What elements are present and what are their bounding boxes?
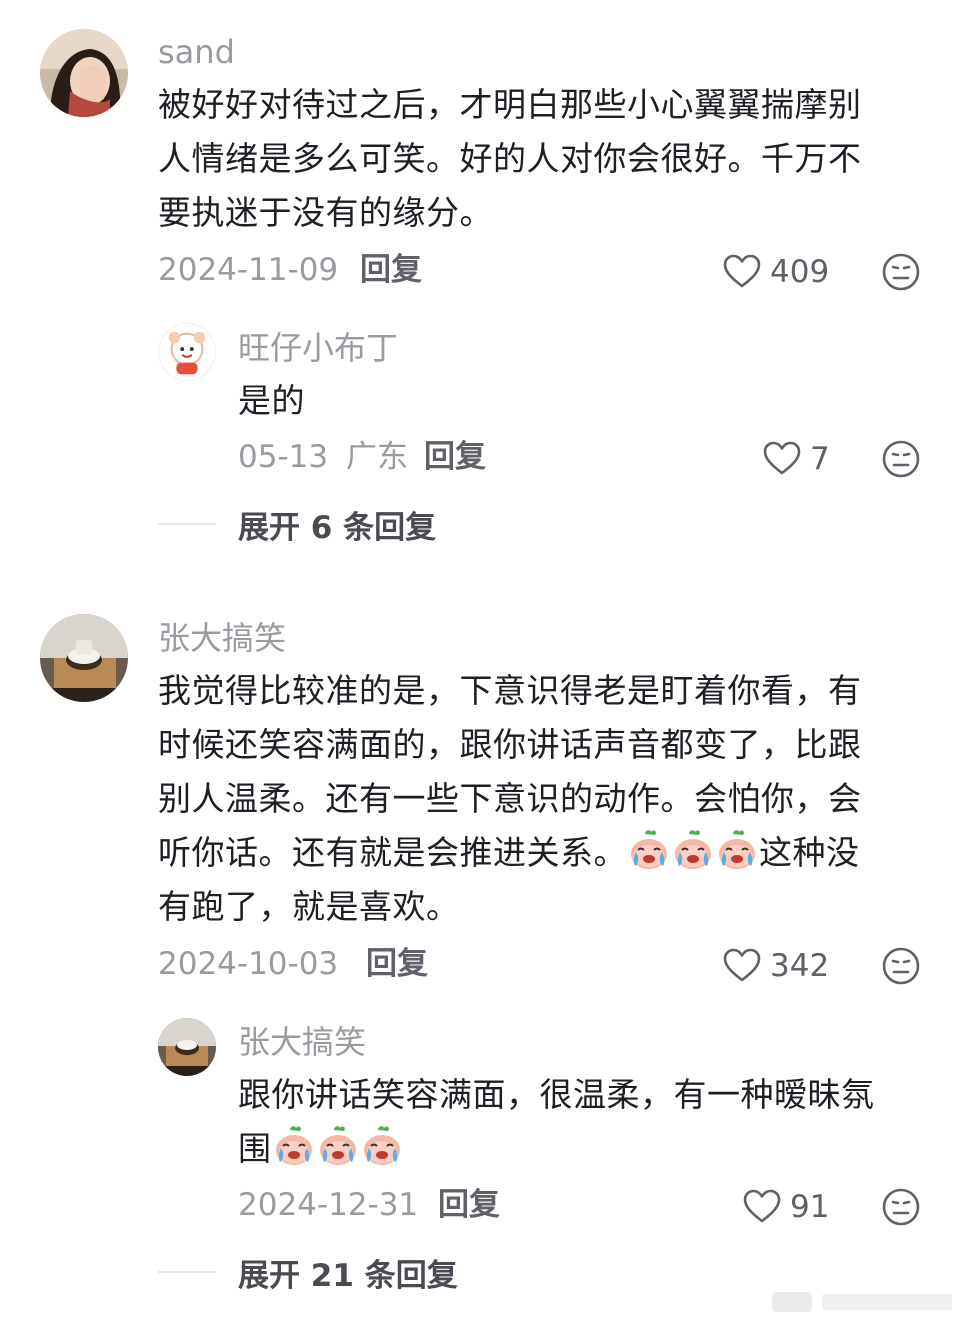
crying-face-emoji	[360, 1124, 404, 1168]
crying-face-emoji	[671, 828, 715, 872]
comment-username[interactable]: 张大搞笑	[158, 618, 286, 658]
like-count: 91	[790, 1189, 830, 1225]
like-button[interactable]: 7	[762, 439, 830, 479]
reply-avatar[interactable]	[158, 323, 216, 381]
cartoon-avatar-icon	[159, 324, 215, 380]
like-button[interactable]: 409	[722, 252, 829, 292]
avatar[interactable]	[40, 29, 128, 117]
comment-text: 被好好对待过之后，才明白那些小心翼翼揣摩别 人情绪是多么可笑。好的人对你会很好。…	[158, 78, 862, 240]
reply-text-line: 围	[238, 1122, 875, 1176]
meh-face-icon[interactable]	[881, 946, 921, 986]
comment-text-line: 别人温柔。还有一些下意识的动作。会怕你，会	[158, 779, 862, 818]
divider	[158, 523, 216, 525]
user-photo-icon	[40, 614, 128, 702]
comment-text: 我觉得比较准的是，下意识得老是盯着你看，有 时候还笑容满面的，跟你讲话声音都变了…	[158, 664, 862, 934]
reply-location: 广东	[345, 439, 408, 475]
comment-username[interactable]: sand	[158, 32, 235, 72]
comment-text-segment: 听你话。还有就是会推进关系。	[158, 833, 627, 872]
comment-text-segment: 这种没	[759, 833, 860, 872]
comment-date: 2024-10-03	[158, 946, 339, 982]
reply-date-value: 05-13	[238, 439, 329, 475]
comment-text-line: 时候还笑容满面的，跟你讲话声音都变了，比跟	[158, 725, 862, 764]
meh-face-icon[interactable]	[881, 252, 921, 292]
heart-outline-icon	[762, 439, 802, 479]
like-count: 409	[770, 254, 830, 290]
expand-replies-button[interactable]: 展开 6 条回复	[158, 504, 437, 546]
avatar[interactable]	[40, 614, 128, 702]
like-count: 342	[770, 948, 830, 984]
comment-text-line: 人情绪是多么可笑。好的人对你会很好。千万不	[158, 139, 862, 178]
meh-face-icon[interactable]	[881, 439, 921, 479]
meh-face-icon[interactable]	[881, 1187, 921, 1227]
heart-outline-icon	[722, 252, 762, 292]
crying-face-emoji	[715, 828, 759, 872]
reply-date: 05-13 广东	[238, 437, 408, 477]
like-count: 7	[810, 441, 830, 477]
reply-button[interactable]: 回复	[360, 250, 422, 290]
crying-face-emoji	[272, 1124, 316, 1168]
reply-text-line: 跟你讲话笑容满面，很温柔，有一种暧昧氛	[238, 1075, 875, 1114]
reply-button[interactable]: 回复	[438, 1185, 500, 1225]
like-button[interactable]: 91	[742, 1187, 829, 1227]
comment-text-line: 要执迷于没有的缘分。	[158, 193, 493, 232]
reply-date: 2024-12-31	[238, 1187, 419, 1223]
divider	[158, 1271, 216, 1273]
user-photo-icon	[158, 1018, 216, 1076]
reply-button[interactable]: 回复	[366, 944, 428, 984]
reply-button[interactable]: 回复	[424, 437, 486, 477]
reply-text: 跟你讲话笑容满面，很温柔，有一种暧昧氛 围	[238, 1068, 875, 1176]
like-button[interactable]: 342	[722, 946, 829, 986]
user-photo-icon	[40, 29, 128, 117]
expand-replies-label: 展开 6 条回复	[238, 509, 437, 546]
crying-face-emoji	[627, 828, 671, 872]
comment-text-line: 有跑了，就是喜欢。	[158, 887, 460, 926]
heart-outline-icon	[722, 946, 762, 986]
reply-username[interactable]: 张大搞笑	[238, 1022, 366, 1062]
comment-text-line: 被好好对待过之后，才明白那些小心翼翼揣摩别	[158, 85, 862, 124]
comment-text-line: 听你话。还有就是会推进关系。 这种没	[158, 826, 862, 880]
expand-replies-label: 展开 21 条回复	[238, 1257, 458, 1294]
reply-text: 是的	[238, 381, 305, 420]
expand-replies-button[interactable]: 展开 21 条回复	[158, 1252, 458, 1294]
reply-avatar[interactable]	[158, 1018, 216, 1076]
heart-outline-icon	[742, 1187, 782, 1227]
comment-text-line: 我觉得比较准的是，下意识得老是盯着你看，有	[158, 671, 862, 710]
reply-text-segment: 围	[238, 1129, 272, 1168]
reply-username[interactable]: 旺仔小布丁	[238, 328, 398, 368]
crying-face-emoji	[316, 1124, 360, 1168]
comment-date: 2024-11-09	[158, 252, 339, 288]
watermark-logo	[772, 1292, 952, 1312]
